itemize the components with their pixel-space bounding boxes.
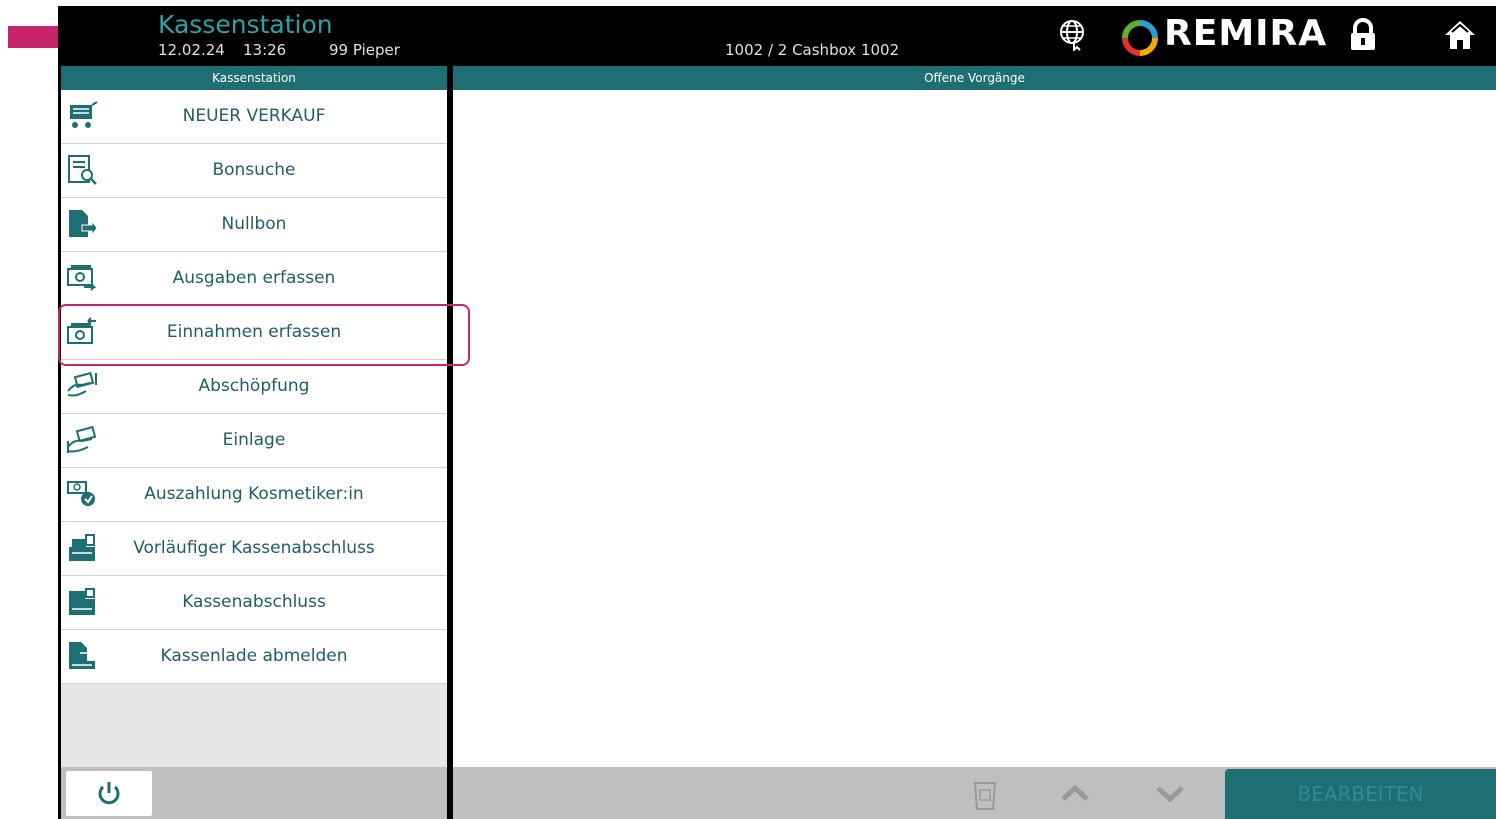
menu-item-neuer-verkauf[interactable]: NEUER VERKAUF: [61, 90, 447, 144]
menu-item-label: Bonsuche: [212, 160, 296, 180]
right-panel-header: Offene Vorgänge: [453, 66, 1496, 90]
menu-item-auszahlung-kosmetikerin[interactable]: Auszahlung Kosmetiker:in: [61, 468, 447, 522]
menu-item-label: NEUER VERKAUF: [182, 106, 326, 126]
menu-item-label: Kassenlade abmelden: [160, 646, 348, 666]
menu-item-label: Abschöpfung: [198, 376, 310, 396]
date-label: 12.02.24: [158, 41, 225, 59]
menu-item-kassenabschluss[interactable]: Kassenabschluss: [61, 576, 447, 630]
annotation-highlight-box: [58, 304, 470, 366]
power-button[interactable]: [66, 771, 152, 816]
chevron-up-icon[interactable]: [1058, 779, 1092, 807]
edit-button[interactable]: BEARBEITEN: [1225, 769, 1496, 819]
page-title: Kassenstation: [158, 10, 333, 39]
menu-item-label: Kassenabschluss: [182, 592, 326, 612]
user-label: 99 Pieper: [329, 41, 400, 59]
menu-list: NEUER VERKAUF Bonsuche Nullbon Ausgaben …: [61, 90, 447, 684]
menu-item-bonsuche[interactable]: Bonsuche: [61, 144, 447, 198]
menu-item-label: Nullbon: [221, 214, 287, 234]
left-panel: Kassenstation NEUER VERKAUF Bonsuche Nul…: [61, 66, 447, 767]
top-bar: Kassenstation 12.02.24 13:26 99 Pieper 1…: [58, 6, 1496, 66]
left-bottom-bar: [61, 767, 447, 819]
station-label: 1002 / 2 Cashbox 1002: [725, 41, 900, 59]
time-label: 13:26: [243, 41, 287, 59]
menu-item-label: Auszahlung Kosmetiker:in: [144, 484, 364, 504]
home-icon[interactable]: [1442, 18, 1478, 52]
lock-icon[interactable]: [1348, 18, 1378, 52]
menu-item-ausgaben-erfassen[interactable]: Ausgaben erfassen: [61, 252, 447, 306]
menu-item-nullbon[interactable]: Nullbon: [61, 198, 447, 252]
chevron-down-icon[interactable]: [1153, 779, 1187, 807]
menu-item-abschoepfung[interactable]: Abschöpfung: [61, 360, 447, 414]
menu-item-label: Ausgaben erfassen: [172, 268, 336, 288]
brand-logo-text: REMIRA: [1164, 13, 1328, 54]
right-bottom-bar: BEARBEITEN: [453, 767, 1496, 819]
globe-icon[interactable]: [1058, 19, 1090, 51]
menu-item-label: Vorläufiger Kassenabschluss: [133, 538, 375, 558]
menu-item-kassenlade-abmelden[interactable]: Kassenlade abmelden: [61, 630, 447, 684]
menu-item-vorlaeufiger-kassenabschluss[interactable]: Vorläufiger Kassenabschluss: [61, 522, 447, 576]
left-panel-header: Kassenstation: [61, 66, 447, 90]
remira-logo-icon: [1122, 20, 1158, 56]
open-transactions-panel: Offene Vorgänge: [453, 66, 1496, 767]
power-icon: [98, 782, 120, 805]
menu-item-label: Einlage: [222, 430, 286, 450]
menu-item-einlage[interactable]: Einlage: [61, 414, 447, 468]
delete-icon[interactable]: [970, 777, 1000, 811]
